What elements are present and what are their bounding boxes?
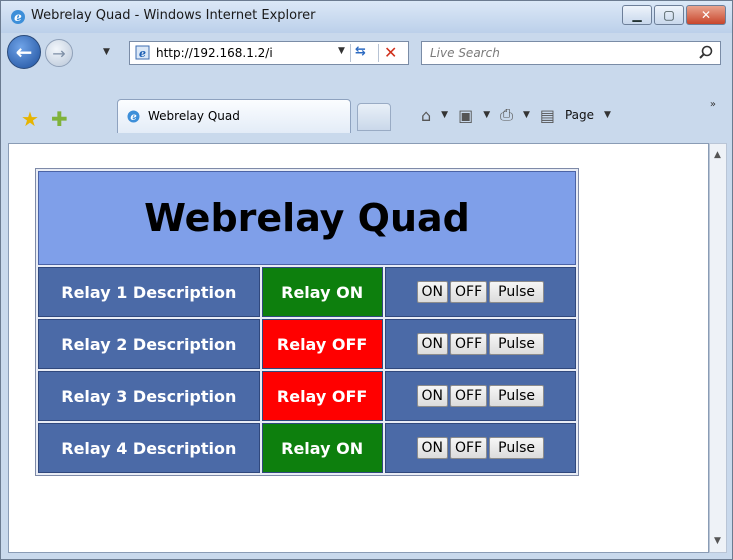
relay-row: Relay 4 Description Relay ON ON OFF Pulse: [38, 423, 576, 473]
address-divider: [350, 44, 351, 62]
relay-actions: ON OFF Pulse: [384, 319, 576, 369]
forward-arrow-icon: →: [52, 43, 66, 63]
relay-on-button[interactable]: ON: [416, 281, 449, 303]
close-icon: ✕: [700, 8, 712, 22]
page-title: Webrelay Quad: [38, 171, 576, 265]
svg-text:e: e: [139, 47, 146, 60]
history-dropdown-icon[interactable]: ▼: [103, 47, 110, 57]
relay-description: Relay 4 Description: [38, 423, 260, 473]
relay-row: Relay 2 Description Relay OFF ON OFF Pulse: [38, 319, 576, 369]
relay-status: Relay OFF: [261, 319, 383, 369]
address-divider: [378, 44, 379, 62]
page-menu-icon: ▤: [539, 105, 555, 125]
relay-row: Relay 3 Description Relay OFF ON OFF Pulse: [38, 371, 576, 421]
add-favorite-icon[interactable]: ✚: [51, 107, 68, 131]
favorites-star-icon[interactable]: ★: [21, 107, 39, 131]
relay-pulse-button[interactable]: Pulse: [489, 437, 545, 459]
search-input[interactable]: Live Search: [430, 46, 500, 60]
scroll-down-icon[interactable]: ▼: [714, 536, 721, 546]
maximize-button[interactable]: ▢: [654, 5, 684, 25]
refresh-icon[interactable]: ⇆: [355, 44, 366, 59]
home-dropdown-icon[interactable]: ▼: [441, 110, 448, 120]
home-icon[interactable]: ⌂: [421, 106, 431, 125]
ie-logo-icon: e: [11, 10, 25, 24]
stop-icon[interactable]: ✕: [384, 43, 397, 62]
window-controls: ▁ ▢ ✕: [622, 5, 726, 25]
relay-off-button[interactable]: OFF: [450, 333, 488, 355]
page-content: Webrelay Quad Relay 1 Description Relay …: [8, 143, 709, 553]
scroll-up-icon[interactable]: ▲: [714, 150, 721, 160]
print-dropdown-icon[interactable]: ▼: [523, 110, 530, 120]
relay-on-button[interactable]: ON: [416, 437, 449, 459]
relay-description: Relay 3 Description: [38, 371, 260, 421]
window-title: Webrelay Quad - Windows Internet Explore…: [31, 8, 316, 23]
relay-row: Relay 1 Description Relay ON ON OFF Pulse: [38, 267, 576, 317]
relay-pulse-button[interactable]: Pulse: [489, 333, 545, 355]
relay-on-button[interactable]: ON: [416, 333, 449, 355]
relay-actions: ON OFF Pulse: [384, 371, 576, 421]
minimize-icon: ▁: [632, 8, 642, 22]
relay-status: Relay OFF: [261, 371, 383, 421]
close-button[interactable]: ✕: [686, 5, 726, 25]
relay-status: Relay ON: [261, 267, 383, 317]
header-row: Webrelay Quad: [38, 171, 576, 265]
address-bar[interactable]: e http://192.168.1.2/i ▼ ⇆ ✕: [129, 41, 409, 65]
address-dropdown-icon[interactable]: ▼: [338, 46, 345, 56]
svg-text:e: e: [14, 10, 22, 24]
relay-pulse-button[interactable]: Pulse: [489, 281, 545, 303]
relay-on-button[interactable]: ON: [416, 385, 449, 407]
command-bar: ★ ✚ e Webrelay Quad ⌂ ▼ ▣ ▼ ⎙ ▼ ▤ Page ▼…: [1, 73, 732, 143]
title-bar: e Webrelay Quad - Windows Internet Explo…: [1, 1, 732, 33]
relay-actions: ON OFF Pulse: [384, 423, 576, 473]
print-icon[interactable]: ⎙: [500, 105, 513, 125]
relay-description: Relay 1 Description: [38, 267, 260, 317]
minimize-button[interactable]: ▁: [622, 5, 652, 25]
relay-off-button[interactable]: OFF: [450, 437, 488, 459]
relay-status: Relay ON: [261, 423, 383, 473]
toolbar-tools: ⌂ ▼ ▣ ▼ ⎙ ▼ ▤ Page ▼: [421, 105, 611, 125]
relay-actions: ON OFF Pulse: [384, 267, 576, 317]
tab-label: Webrelay Quad: [148, 109, 240, 123]
navigation-bar: ← → ▼ e http://192.168.1.2/i ▼ ⇆ ✕ Live …: [1, 33, 732, 73]
feed-dropdown-icon[interactable]: ▼: [483, 110, 490, 120]
maximize-icon: ▢: [663, 8, 675, 22]
relay-off-button[interactable]: OFF: [450, 281, 488, 303]
rss-feed-icon[interactable]: ▣: [458, 106, 473, 125]
browser-window: e Webrelay Quad - Windows Internet Explo…: [0, 0, 733, 560]
search-icon[interactable]: [698, 45, 714, 61]
relay-description: Relay 2 Description: [38, 319, 260, 369]
search-box[interactable]: Live Search: [421, 41, 721, 65]
forward-button[interactable]: →: [45, 39, 73, 67]
relay-table: Webrelay Quad Relay 1 Description Relay …: [35, 168, 579, 476]
relay-off-button[interactable]: OFF: [450, 385, 488, 407]
tab-webrelay-quad[interactable]: e Webrelay Quad: [117, 99, 351, 133]
address-input[interactable]: http://192.168.1.2/i: [156, 46, 336, 60]
vertical-scrollbar[interactable]: ▲ ▼: [709, 143, 727, 553]
ie-logo-icon: e: [127, 110, 140, 123]
back-button[interactable]: ←: [7, 35, 41, 69]
page-icon: e: [135, 45, 150, 60]
svg-text:e: e: [130, 112, 136, 123]
new-tab-button[interactable]: [357, 103, 391, 131]
toolbar-overflow-icon[interactable]: »: [710, 99, 716, 110]
page-menu-button[interactable]: Page: [565, 108, 594, 122]
back-arrow-icon: ←: [15, 40, 33, 64]
page-dropdown-icon[interactable]: ▼: [604, 110, 611, 120]
relay-pulse-button[interactable]: Pulse: [489, 385, 545, 407]
